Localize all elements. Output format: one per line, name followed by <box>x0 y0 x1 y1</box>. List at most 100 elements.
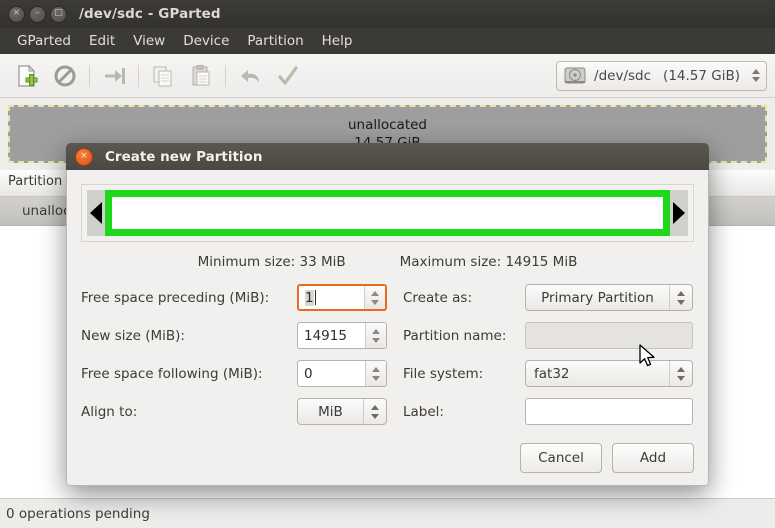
size-info: Minimum size: 33 MiB Maximum size: 14915… <box>81 254 694 270</box>
form-column-left: Free space preceding (MiB): 1 New size (… <box>81 284 393 425</box>
toolbar-separator <box>138 64 139 87</box>
field-free-space-preceding: Free space preceding (MiB): 1 <box>81 284 393 311</box>
copy-button[interactable] <box>144 59 182 93</box>
close-icon: × <box>12 8 21 18</box>
new-size-input[interactable]: 14915 <box>297 322 387 349</box>
device-name-label: /dev/sdc <box>594 67 652 84</box>
free-space-following-value-wrap: 0 <box>298 361 365 386</box>
chevron-down-icon <box>371 413 379 419</box>
create-as-arrows[interactable] <box>669 285 692 310</box>
free-space-preceding-label: Free space preceding (MiB): <box>81 289 270 306</box>
statusbar: 0 operations pending <box>0 498 775 528</box>
close-window-button[interactable]: × <box>8 5 25 23</box>
paste-button[interactable] <box>182 59 220 93</box>
chevron-up-icon <box>677 366 685 372</box>
window-controls: × – □ <box>8 5 67 23</box>
field-partition-name: Partition name: <box>403 322 694 349</box>
maximize-window-button[interactable]: □ <box>50 5 67 23</box>
window-title: /dev/sdc - GParted <box>79 6 221 22</box>
field-align-to: Align to: MiB <box>81 398 393 425</box>
device-selector-arrows[interactable] <box>752 69 760 82</box>
dialog-form: Free space preceding (MiB): 1 New size (… <box>81 284 694 425</box>
file-system-value: fat32 <box>534 365 570 382</box>
chevron-down-icon <box>677 299 685 305</box>
file-system-select[interactable]: fat32 <box>525 360 693 387</box>
resize-handle-right[interactable] <box>670 190 688 236</box>
label-field-label: Label: <box>403 403 444 420</box>
align-to-arrows[interactable] <box>363 399 386 424</box>
undo-icon <box>241 69 259 83</box>
field-new-size: New size (MiB): 14915 <box>81 322 393 349</box>
free-space-following-value: 0 <box>304 365 313 382</box>
free-space-following-stepper[interactable] <box>365 361 386 386</box>
device-selector[interactable]: /dev/sdc (14.57 GiB) <box>556 60 767 91</box>
partition-name-input <box>525 322 693 349</box>
close-icon: × <box>80 151 88 161</box>
free-space-following-input[interactable]: 0 <box>297 360 387 387</box>
arrow-left-icon <box>90 202 102 224</box>
new-size-value: 14915 <box>304 327 347 344</box>
apply-icon <box>278 65 298 85</box>
maximum-size-label: Maximum size: 14915 MiB <box>399 254 578 270</box>
label-input[interactable] <box>525 398 693 425</box>
resize-move-button[interactable] <box>95 59 133 93</box>
chevron-up-icon <box>677 290 685 296</box>
new-size-value-wrap: 14915 <box>298 323 365 348</box>
menu-gparted[interactable]: GParted <box>8 31 80 51</box>
toolbar-separator <box>89 64 90 87</box>
hard-disk-icon <box>564 67 586 83</box>
minimize-window-button[interactable]: – <box>29 5 46 23</box>
free-space-following-label: Free space following (MiB): <box>81 365 263 382</box>
chevron-down-icon <box>371 299 379 305</box>
file-system-arrows[interactable] <box>669 361 692 386</box>
dialog-titlebar: × Create new Partition <box>66 143 709 170</box>
menu-device[interactable]: Device <box>174 31 238 51</box>
menu-edit[interactable]: Edit <box>80 31 124 51</box>
dialog-body: Minimum size: 33 MiB Maximum size: 14915… <box>66 170 709 486</box>
partition-resize-widget[interactable] <box>81 184 694 242</box>
menu-partition[interactable]: Partition <box>238 31 312 51</box>
align-to-value: MiB <box>318 403 343 420</box>
align-to-select[interactable]: MiB <box>297 398 387 425</box>
chevron-up-icon <box>372 366 380 372</box>
text-caret <box>314 290 316 305</box>
chevron-up-icon <box>372 328 380 334</box>
apply-button[interactable] <box>269 59 307 93</box>
new-partition-button[interactable] <box>8 59 46 93</box>
align-to-label: Align to: <box>81 403 138 420</box>
free-space-preceding-input[interactable]: 1 <box>297 284 387 311</box>
field-free-space-following: Free space following (MiB): 0 <box>81 360 393 387</box>
resize-handle-left[interactable] <box>87 190 105 236</box>
window-titlebar: × – □ /dev/sdc - GParted <box>0 0 775 28</box>
create-as-value: Primary Partition <box>541 289 654 306</box>
menu-help[interactable]: Help <box>313 31 362 51</box>
undo-button[interactable] <box>231 59 269 93</box>
new-size-label: New size (MiB): <box>81 327 185 344</box>
dialog-close-button[interactable]: × <box>75 147 93 166</box>
free-space-preceding-value: 1 <box>305 289 314 306</box>
dialog-actions: Cancel Add <box>81 443 694 473</box>
field-create-as: Create as: Primary Partition <box>403 284 694 311</box>
create-as-label: Create as: <box>403 289 473 306</box>
resize-move-icon <box>105 67 125 84</box>
form-column-right: Create as: Primary Partition Partition n… <box>403 284 694 425</box>
new-size-stepper[interactable] <box>365 323 386 348</box>
menu-view[interactable]: View <box>124 31 174 51</box>
partition-visual-bar[interactable] <box>105 190 670 236</box>
chevron-down-icon <box>372 375 380 381</box>
create-as-select[interactable]: Primary Partition <box>525 284 693 311</box>
disk-partition-label: unallocated <box>347 116 427 133</box>
statusbar-text: 0 operations pending <box>6 505 150 522</box>
maximize-icon: □ <box>54 8 63 18</box>
delete-partition-button[interactable] <box>46 59 84 93</box>
add-button[interactable]: Add <box>612 443 694 473</box>
cancel-button[interactable]: Cancel <box>520 443 602 473</box>
chevron-up-icon <box>752 69 760 74</box>
menubar: GParted Edit View Device Partition Help <box>0 28 775 54</box>
free-space-preceding-stepper[interactable] <box>364 286 385 309</box>
chevron-down-icon <box>372 337 380 343</box>
field-label: Label: <box>403 398 694 425</box>
chevron-up-icon <box>371 290 379 296</box>
toolbar-separator <box>225 64 226 87</box>
new-partition-icon <box>18 64 38 87</box>
